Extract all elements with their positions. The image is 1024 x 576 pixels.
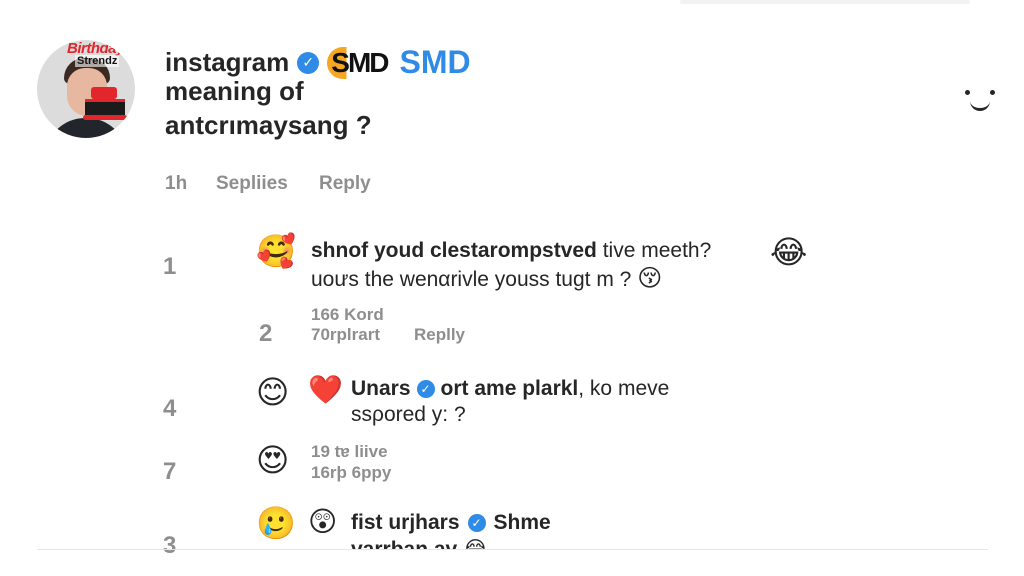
comment-text: Unars ✓ ort ame plarkl, ko meve bbox=[351, 377, 669, 401]
comment-number: 7 bbox=[163, 458, 177, 485]
divider bbox=[37, 549, 988, 550]
tears-of-joy-emoji-icon[interactable]: 😂 bbox=[770, 236, 807, 268]
comment-meta: 16rþ 6ppy bbox=[311, 463, 392, 482]
post-time: 1h bbox=[165, 173, 188, 194]
verified-badge-icon: ✓ bbox=[467, 514, 486, 532]
reply-button[interactable]: Reply bbox=[319, 173, 371, 195]
comment-text: fist urjhars ✓ Shme bbox=[351, 511, 551, 535]
heart-icon[interactable]: ❤️ bbox=[308, 376, 343, 404]
comment-number: 1 bbox=[163, 253, 177, 280]
smiling-face-emoji-icon: 😊 bbox=[256, 373, 290, 411]
username[interactable]: instagram bbox=[165, 47, 289, 78]
smiley-face-icon[interactable] bbox=[962, 84, 998, 118]
like-count: 166 Kord bbox=[311, 305, 384, 324]
comment-body: Shme bbox=[493, 511, 551, 534]
comment-text-line-2: ssρored y: ? bbox=[351, 403, 466, 426]
astonished-face-emoji-icon: 😲 bbox=[308, 505, 338, 538]
post-text-line-2: meaning of bbox=[165, 76, 304, 106]
like-count: 19 tɐ liive bbox=[311, 442, 388, 461]
comment-meta: 70rplrart bbox=[311, 325, 380, 344]
reply-button[interactable]: Replly bbox=[414, 325, 465, 345]
avatar-shirt bbox=[45, 118, 127, 138]
kissing-face-emoji-icon: 😚 bbox=[637, 264, 663, 292]
comment-body-line-2: varrban av bbox=[351, 538, 457, 549]
tears-of-joy-emoji-icon: 😂 bbox=[463, 537, 488, 550]
verified-badge-icon: ✓ bbox=[297, 51, 320, 74]
hearts-face-emoji-icon: 🥰 bbox=[256, 232, 296, 270]
comment-number: 2 bbox=[259, 320, 273, 347]
comment-author[interactable]: fist urjhars bbox=[351, 511, 460, 535]
comment-text: shnof youd clestarompstved tive meeth? bbox=[311, 239, 711, 263]
top-strip bbox=[680, 0, 970, 4]
brand-name[interactable]: SMD bbox=[400, 44, 471, 81]
comment-body-bold: ort ame plarkl bbox=[440, 377, 579, 400]
comment-number: 3 bbox=[163, 532, 177, 559]
comment-number: 4 bbox=[163, 395, 177, 422]
comment-author[interactable]: Unars bbox=[351, 377, 411, 401]
comment-body: tive meeth? bbox=[596, 239, 712, 262]
comment-author[interactable]: shnof youd clestarompstved bbox=[311, 239, 597, 262]
avatar-logo-subtext: Strendz bbox=[75, 55, 120, 67]
cake-icon bbox=[83, 87, 127, 121]
smd-logo: SMD bbox=[327, 46, 392, 79]
comment-text-line-2: varrban av 😂 bbox=[351, 537, 488, 549]
verified-badge-icon: ✓ bbox=[416, 380, 435, 398]
heart-eyes-emoji-icon: 😍 bbox=[256, 441, 290, 479]
comment-body-line-2: uoưs the wenαrivle youss tugt m ? bbox=[311, 268, 632, 291]
comment-text-line-2: uoưs the wenαrivle youss tugt m ? 😚 bbox=[311, 266, 662, 292]
post-text-line-3: antcrımaysang ? bbox=[165, 110, 372, 140]
smiling-tear-emoji-icon: 🥲 bbox=[256, 504, 296, 542]
comment-body: , ko meve bbox=[578, 377, 670, 400]
avatar[interactable]: Birthday Strendz bbox=[37, 40, 135, 138]
replies-link[interactable]: Sepliies bbox=[216, 173, 288, 195]
